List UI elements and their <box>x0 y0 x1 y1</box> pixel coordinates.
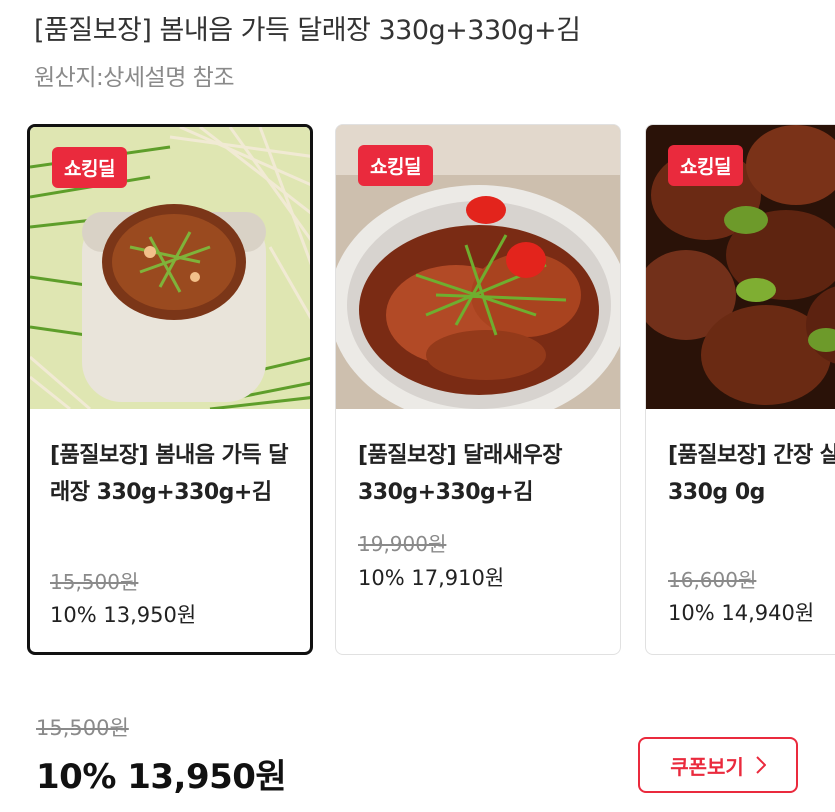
product-card-1[interactable]: 쇼킹딜 [품질보장] 봄내음 가득 달래장 330g+330g+김 15,500… <box>27 124 313 655</box>
card-original-price: 16,600원 <box>668 568 757 592</box>
card-sale-price: 10% 17,910원 <box>358 566 505 590</box>
origin-info: 원산지:상세설명 참조 <box>34 65 235 91</box>
product-title: [품질보장] 봄내음 가득 달래장 330g+330g+김 <box>34 15 581 46</box>
shocking-deal-badge: 쇼킹딜 <box>52 147 127 188</box>
card-product-name[interactable]: [품질보장] 봄내음 가득 달래장 330g+330g+김 <box>50 437 300 511</box>
card-original-price: 15,500원 <box>50 570 139 594</box>
product-card-3[interactable]: 쇼킹딜 [품질보장] 간장 살 새우장330g 0g 16,600원 10% 1… <box>645 124 835 655</box>
sale-price: 10% 13,950원 <box>36 757 287 797</box>
product-card-2[interactable]: 쇼킹딜 [품질보장] 달래새우장 330g+330g+김 19,900원 10%… <box>335 124 621 655</box>
card-product-name[interactable]: [품질보장] 간장 살 새우장330g 0g <box>668 437 835 511</box>
product-carousel[interactable]: 쇼킹딜 [품질보장] 봄내음 가득 달래장 330g+330g+김 15,500… <box>0 124 835 664</box>
shocking-deal-badge: 쇼킹딜 <box>668 145 743 186</box>
card-sale-price: 10% 14,940원 <box>668 601 815 625</box>
original-price: 15,500원 <box>36 716 129 740</box>
shocking-deal-badge: 쇼킹딜 <box>358 145 433 186</box>
coupon-button-label: 쿠폰보기 <box>670 754 744 779</box>
chevron-right-icon <box>756 756 766 774</box>
card-original-price: 19,900원 <box>358 532 447 556</box>
card-product-name[interactable]: [품질보장] 달래새우장 330g+330g+김 <box>358 437 608 511</box>
card-sale-price: 10% 13,950원 <box>50 603 197 627</box>
coupon-button[interactable]: 쿠폰보기 <box>638 737 798 793</box>
